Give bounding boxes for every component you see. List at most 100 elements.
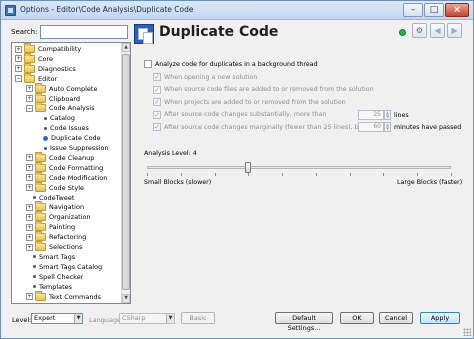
language-value: CSharp	[122, 314, 146, 322]
close-button[interactable]: ×	[445, 3, 469, 17]
tree-item[interactable]: Smart Tags Catalog	[31, 262, 102, 272]
collapse-icon[interactable]: −	[26, 104, 33, 112]
option-number-input[interactable]: 25	[358, 109, 384, 120]
level-select[interactable]: Expert ▼	[31, 313, 83, 324]
slider-tick	[248, 173, 250, 176]
expand-icon[interactable]: +	[26, 184, 33, 192]
minimize-button[interactable]: –	[403, 3, 423, 17]
folder-icon	[35, 211, 46, 222]
search-input[interactable]	[40, 25, 128, 39]
tree-item-label: Code Analysis	[49, 104, 95, 113]
tree-item-label: Painting	[49, 223, 76, 232]
tree-item[interactable]: Catalog	[42, 113, 75, 123]
expand-icon[interactable]: +	[26, 293, 33, 300]
slider-tick	[315, 173, 317, 176]
tree-item[interactable]: Smart Tags	[31, 252, 75, 262]
tree-item-label: Diagnostics	[38, 64, 76, 73]
ok-button[interactable]: OK	[340, 312, 374, 324]
tree-item[interactable]: Duplicate Code	[42, 133, 101, 143]
option-checkbox[interactable]: ✓	[153, 98, 161, 106]
tree-item-label: Code Issues	[50, 124, 89, 133]
option-checkbox[interactable]: ✓	[153, 123, 161, 131]
option-row[interactable]: ✓ When projects are added to or removed f…	[153, 97, 346, 107]
tree-item-label: Templates	[39, 282, 73, 291]
expand-icon[interactable]: +	[26, 154, 33, 162]
folder-icon	[35, 241, 46, 251]
expand-icon[interactable]: +	[26, 213, 33, 221]
basic-button[interactable]: Basic	[181, 312, 215, 324]
tree-item[interactable]: Issue Suppression	[42, 143, 109, 153]
language-select[interactable]: CSharp ▼	[119, 313, 175, 324]
scroll-thumb[interactable]	[122, 54, 130, 290]
analyze-background-checkbox[interactable]	[144, 60, 152, 68]
resize-grip-icon[interactable]	[463, 328, 471, 336]
option-row[interactable]: ✓ After source code changes substantially…	[153, 110, 326, 120]
tree-scrollbar[interactable]: ▲ ▼	[121, 43, 130, 303]
cancel-button[interactable]: Cancel	[379, 312, 413, 324]
settings-gear-icon[interactable]: ⚙	[412, 23, 427, 38]
analyze-background-row[interactable]: Analyze code for duplicates in a backgro…	[144, 59, 318, 69]
collapse-icon[interactable]: −	[15, 75, 22, 83]
option-label: When opening a new solution	[164, 73, 258, 81]
expand-icon[interactable]: +	[26, 95, 33, 102]
slider-tick	[147, 173, 148, 176]
bullet-icon	[44, 146, 47, 150]
expand-icon[interactable]: +	[15, 45, 22, 53]
slider-tick	[451, 173, 452, 176]
tree-item[interactable]: + Code Style	[26, 181, 84, 193]
expand-icon[interactable]: +	[26, 174, 33, 182]
tree-item-label: Smart Tags Catalog	[39, 262, 103, 271]
tree-item[interactable]: + Painting	[26, 221, 76, 232]
expand-icon[interactable]: +	[26, 243, 33, 251]
spinner-arrows-icon[interactable]: ▲ ▼	[384, 122, 391, 132]
slider-min-label: Small Blocks (slower)	[144, 179, 212, 186]
tree-item-label: Text Commands	[49, 292, 102, 301]
option-checkbox[interactable]: ✓	[153, 85, 161, 94]
options-tree[interactable]: + Compatibility + Core + Diagnostics − Editor + A…	[11, 42, 131, 304]
analysis-level-slider[interactable]	[147, 166, 451, 169]
tree-item-label: Duplicate Code	[51, 134, 101, 143]
selected-bullet-icon	[43, 135, 48, 141]
chevron-down-icon[interactable]: ▼	[166, 314, 174, 323]
expand-icon[interactable]: +	[26, 233, 33, 241]
folder-icon	[35, 82, 46, 93]
spinner-arrows-icon[interactable]: ▲ ▼	[384, 109, 391, 120]
tree-item[interactable]: Spell Checker	[31, 272, 83, 282]
scroll-down-arrow-icon[interactable]: ▼	[122, 294, 130, 303]
folder-icon	[35, 181, 46, 192]
option-row[interactable]: ✓ When opening a new solution	[153, 72, 257, 82]
tree-item[interactable]: − Code Analysis	[26, 102, 95, 113]
title-bar[interactable]: Options - Editor\Code Analysis\Duplicate…	[1, 1, 473, 20]
tree-item[interactable]: + Text Commands	[26, 290, 102, 302]
expand-icon[interactable]: +	[26, 203, 33, 211]
tree-item[interactable]: Code Issues	[42, 123, 89, 133]
folder-icon	[35, 231, 46, 242]
tree-item-label: Organization	[49, 213, 91, 222]
option-number-input[interactable]: 60	[358, 122, 384, 132]
maximize-button[interactable]: □	[424, 3, 444, 17]
expand-icon[interactable]: +	[26, 223, 33, 231]
tree-item[interactable]: + Selections	[26, 241, 82, 252]
chevron-down-icon[interactable]: ▼	[74, 314, 82, 323]
analysis-level-thumb[interactable]	[245, 162, 252, 173]
option-checkbox[interactable]: ✓	[153, 73, 161, 81]
forward-arrow-icon[interactable]: ▶	[447, 23, 462, 38]
tree-item[interactable]: + Core	[15, 52, 53, 64]
tree-item-label: Compatibility	[38, 45, 82, 53]
expand-icon[interactable]: +	[26, 164, 33, 172]
scroll-up-arrow-icon[interactable]: ▲	[122, 43, 130, 52]
option-checkbox[interactable]: ✓	[153, 110, 161, 119]
expand-icon[interactable]: +	[15, 65, 22, 73]
option-row[interactable]: ✓ After source code changes marginally (f…	[153, 122, 365, 132]
folder-icon	[35, 102, 46, 113]
analysis-level-label: Analysis Level: 4	[144, 150, 197, 157]
option-label: After source code changes substantially,…	[164, 111, 327, 118]
expand-icon[interactable]: +	[15, 55, 22, 63]
apply-button[interactable]: Apply	[420, 312, 460, 324]
bullet-icon	[33, 265, 36, 269]
option-row[interactable]: ✓ When source code files are added to or …	[153, 85, 374, 95]
folder-icon	[35, 161, 46, 172]
back-arrow-icon[interactable]: ◀	[430, 23, 445, 38]
default-settings-button[interactable]: Default Settings...	[275, 312, 333, 332]
expand-icon[interactable]: +	[26, 85, 33, 93]
